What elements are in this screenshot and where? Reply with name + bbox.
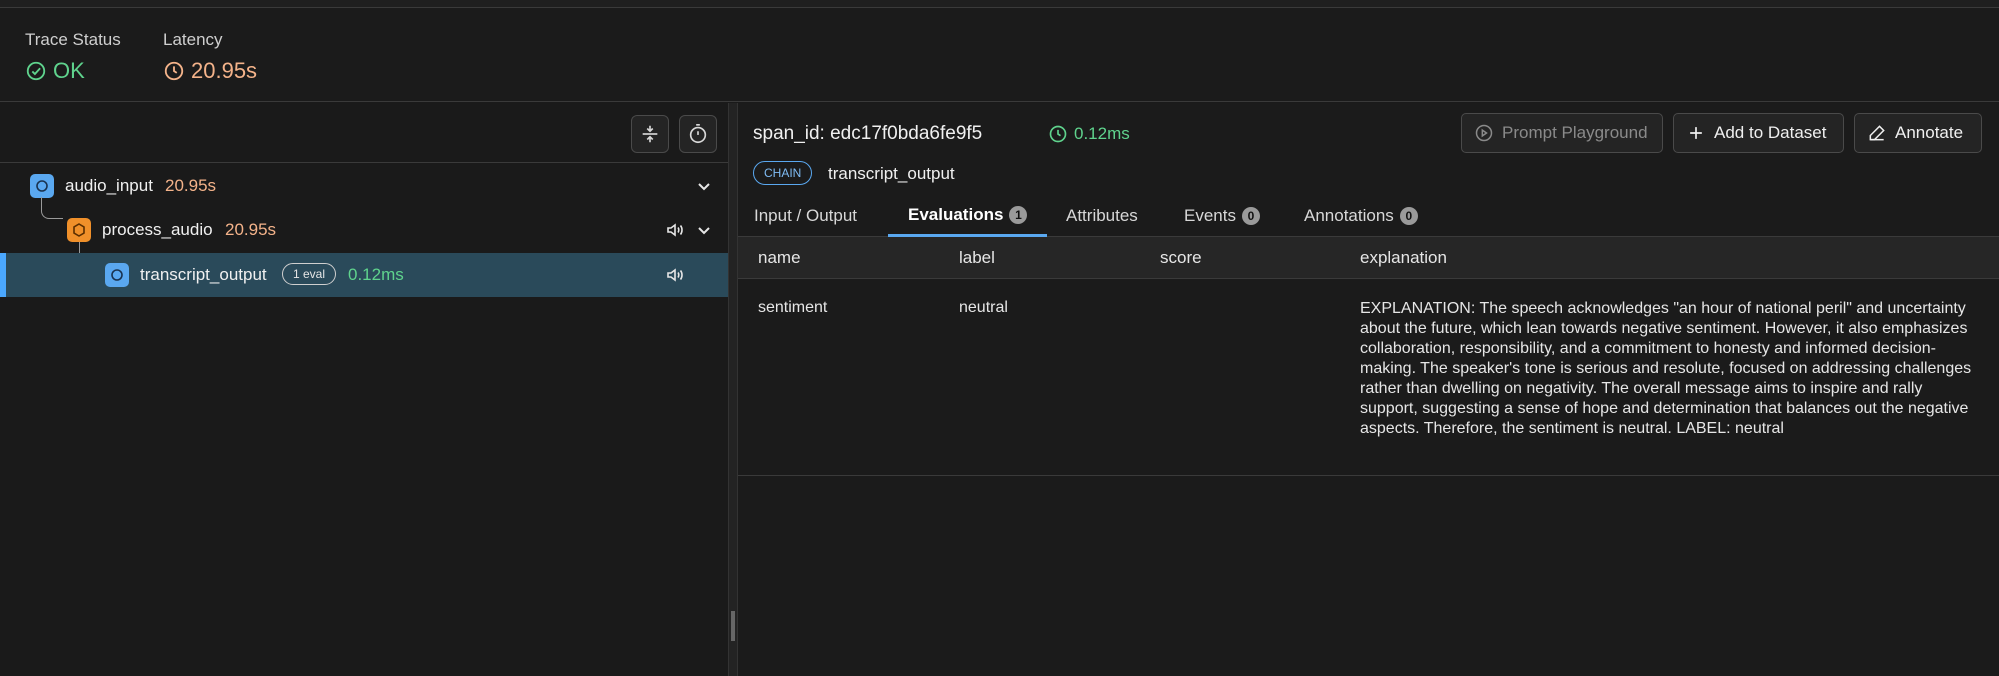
clock-icon [164,61,184,81]
span-details-pane: span_id: edc17f0bda6fe9f5 0.12ms Prompt … [738,103,1999,676]
annotate-label: Annotate [1895,123,1964,142]
play-circle-icon [1475,124,1493,142]
span-duration: 20.95s [165,176,217,195]
prompt-playground-label: Prompt Playground [1502,123,1648,142]
trace-status-value: OK [25,58,121,84]
trace-status-metric: Trace Status OK [25,30,121,84]
span-latency-text: 0.12ms [1074,124,1130,143]
latency-metric: Latency 20.95s [163,30,257,84]
span-duration: 20.95s [225,220,277,239]
column-header-label: label [959,248,995,267]
detail-tabs: Input / Output Evaluations 1 Attributes … [738,195,1999,237]
span-kind-badge: CHAIN [753,161,813,185]
tab-evaluations[interactable]: Evaluations 1 [888,195,1048,237]
hexagon-icon [73,223,85,237]
column-header-name: name [758,248,801,267]
trace-header: Trace Status OK Latency 20.95s [0,8,1999,102]
collapse-all-button[interactable] [631,115,669,153]
span-name: transcript_output [140,265,267,284]
span-latency: 0.12ms [1048,124,1130,144]
span-id: span_id: edc17f0bda6fe9f5 [753,123,983,144]
column-header-score: score [1160,248,1202,267]
evaluations-table-header: name label score explanation [738,237,1999,279]
pencil-icon [1869,125,1885,141]
chevron-down-icon[interactable] [694,176,714,196]
tree-toolbar [0,103,728,163]
top-strip [0,0,1999,8]
speaker-icon [667,268,683,282]
chevron-down-icon[interactable] [694,220,714,240]
resize-grip[interactable] [731,611,735,641]
tab-count-badge: 0 [1241,207,1260,225]
table-row[interactable]: sentiment neutral EXPLANATION: The speec… [738,279,1999,476]
trace-status-label: Trace Status [25,30,121,49]
cell-explanation: EXPLANATION: The speech acknowledges "an… [1360,300,1972,437]
tab-label: Input / Output [754,206,858,225]
span-name-title: transcript_output [828,164,955,183]
eval-count-badge: 1 eval [282,263,337,285]
tab-events[interactable]: Events 0 [1164,195,1280,237]
plus-icon [1690,127,1702,139]
tree-row-process-audio[interactable]: process_audio 20.95s [0,208,728,252]
latency-value: 20.95s [163,58,257,84]
span-kind-icon [67,218,91,242]
span-kind-icon [30,174,54,198]
column-header-explanation: explanation [1360,248,1447,267]
tab-count-badge: 0 [1399,207,1418,225]
circle-icon [36,180,48,192]
span-tree-pane: audio_input 20.95s process_audio 20.95s … [0,103,728,676]
speaker-icon [667,223,683,237]
tab-attributes[interactable]: Attributes [1046,195,1158,237]
check-circle-icon [26,61,46,81]
cell-name: sentiment [758,299,828,316]
tab-count-badge: 1 [1009,205,1028,224]
latency-text: 20.95s [191,58,258,83]
tab-input-output[interactable]: Input / Output [734,195,877,237]
annotate-button[interactable]: Annotate [1854,113,1982,153]
span-duration: 0.12ms [348,265,404,284]
tab-annotations[interactable]: Annotations 0 [1284,195,1438,237]
circle-icon [111,269,123,281]
span-name: process_audio [102,220,213,239]
add-to-dataset-label: Add to Dataset [1714,123,1827,142]
timing-toggle-button[interactable] [679,115,717,153]
clock-icon [1049,125,1067,143]
pane-resize-handle[interactable] [728,103,738,676]
prompt-playground-button[interactable]: Prompt Playground [1461,113,1663,153]
span-name: audio_input [65,176,153,195]
span-kind-icon [105,263,129,287]
stopwatch-icon [689,124,707,144]
tab-label: Annotations [1304,206,1394,225]
latency-label: Latency [163,30,223,49]
tab-label: Evaluations [908,204,1004,224]
add-to-dataset-button[interactable]: Add to Dataset [1673,113,1844,153]
trace-status-text: OK [53,58,85,83]
tree-row-transcript-output[interactable]: transcript_output 1 eval 0.12ms [0,253,728,297]
tab-label: Attributes [1066,206,1138,225]
tab-label: Events [1184,206,1236,225]
cell-label: neutral [959,299,1008,316]
collapse-icon [642,125,658,143]
tree-row-audio-input[interactable]: audio_input 20.95s [0,164,728,208]
